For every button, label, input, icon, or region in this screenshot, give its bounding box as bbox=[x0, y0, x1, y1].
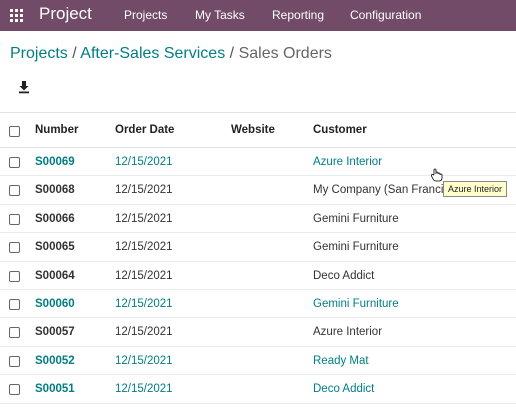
column-header-order-date[interactable]: Order Date bbox=[115, 124, 174, 136]
order-number: S00064 bbox=[35, 269, 75, 282]
row-checkbox[interactable] bbox=[9, 270, 20, 282]
table-row[interactable]: S00051 12/15/2021 Deco Addict bbox=[0, 375, 516, 404]
table-row[interactable]: S00066 12/15/2021 Gemini Furniture bbox=[0, 205, 516, 234]
order-date: 12/15/2021 bbox=[115, 241, 173, 254]
download-button[interactable] bbox=[17, 80, 31, 94]
row-checkbox[interactable] bbox=[9, 327, 20, 339]
row-checkbox[interactable] bbox=[9, 185, 20, 197]
order-number: S00065 bbox=[35, 241, 75, 254]
top-navbar: Project Projects My Tasks Reporting Conf… bbox=[0, 0, 516, 31]
select-all-checkbox[interactable] bbox=[9, 126, 20, 137]
order-number: S00057 bbox=[35, 326, 75, 339]
breadcrumb-projects[interactable]: Projects bbox=[10, 45, 68, 62]
row-checkbox[interactable] bbox=[9, 242, 20, 254]
apps-grid-icon[interactable] bbox=[10, 9, 23, 22]
nav-item-my-tasks[interactable]: My Tasks bbox=[195, 8, 245, 22]
order-number: S00052 bbox=[35, 354, 75, 367]
breadcrumb-separator: / bbox=[72, 45, 77, 62]
column-header-customer[interactable]: Customer bbox=[313, 124, 367, 136]
order-date: 12/15/2021 bbox=[115, 354, 173, 367]
table-row[interactable]: S00060 12/15/2021 Gemini Furniture bbox=[0, 290, 516, 319]
customer-tooltip: Azure Interior bbox=[443, 181, 508, 197]
app-brand[interactable]: Project bbox=[39, 4, 92, 24]
order-customer: Deco Addict bbox=[313, 269, 375, 282]
order-number: S00068 bbox=[35, 184, 75, 197]
table-body: S00069 12/15/2021 Azure Interior S00068 12/1… bbox=[0, 148, 516, 404]
column-header-number[interactable]: Number bbox=[35, 124, 78, 136]
order-customer: Gemini Furniture bbox=[313, 212, 399, 225]
order-number: S00060 bbox=[35, 297, 75, 310]
order-customer[interactable]: Ready Mat bbox=[313, 355, 443, 367]
nav-item-reporting[interactable]: Reporting bbox=[272, 8, 324, 22]
order-number: S00066 bbox=[35, 212, 75, 225]
order-date: 12/15/2021 bbox=[115, 212, 173, 225]
table-row[interactable]: S00065 12/15/2021 Gemini Furniture bbox=[0, 233, 516, 262]
table-row[interactable]: S00064 12/15/2021 Deco Addict bbox=[0, 262, 516, 290]
hand-cursor-icon bbox=[431, 168, 443, 182]
order-date: 12/15/2021 bbox=[115, 297, 173, 310]
order-customer: Gemini Furniture bbox=[313, 241, 399, 254]
row-checkbox[interactable] bbox=[9, 157, 20, 168]
breadcrumb: Projects / After-Sales Services / Sales … bbox=[10, 45, 332, 63]
row-checkbox[interactable] bbox=[9, 355, 20, 367]
nav-item-configuration[interactable]: Configuration bbox=[350, 8, 421, 22]
order-date: 12/15/2021 bbox=[115, 326, 173, 339]
download-icon bbox=[19, 81, 29, 94]
order-number: S00069 bbox=[35, 156, 75, 168]
breadcrumb-separator: / bbox=[229, 45, 235, 62]
row-checkbox[interactable] bbox=[9, 213, 20, 225]
order-number: S00051 bbox=[35, 383, 75, 396]
order-customer[interactable]: Gemini Furniture bbox=[313, 298, 443, 310]
sales-orders-table: Number Order Date Website Customer S0006… bbox=[0, 112, 516, 404]
table-row[interactable]: S00057 12/15/2021 Azure Interior bbox=[0, 318, 516, 347]
order-date: 12/15/2021 bbox=[115, 269, 173, 282]
order-customer[interactable]: Deco Addict bbox=[313, 383, 443, 395]
row-checkbox[interactable] bbox=[9, 384, 20, 396]
nav-item-projects[interactable]: Projects bbox=[124, 8, 167, 22]
table-row[interactable]: S00052 12/15/2021 Ready Mat bbox=[0, 347, 516, 376]
breadcrumb-after-sales-services[interactable]: After-Sales Services bbox=[80, 45, 225, 62]
breadcrumb-current: Sales Orders bbox=[238, 45, 332, 62]
table-header: Number Order Date Website Customer bbox=[0, 112, 516, 148]
order-date: 12/15/2021 bbox=[115, 156, 173, 168]
order-date: 12/15/2021 bbox=[115, 184, 173, 197]
column-header-website[interactable]: Website bbox=[231, 124, 275, 136]
order-customer[interactable]: Azure Interior bbox=[313, 156, 443, 168]
row-checkbox[interactable] bbox=[9, 298, 20, 310]
order-customer: Azure Interior bbox=[313, 326, 383, 339]
order-date: 12/15/2021 bbox=[115, 383, 173, 396]
order-customer: My Company (San Franci bbox=[313, 184, 443, 197]
